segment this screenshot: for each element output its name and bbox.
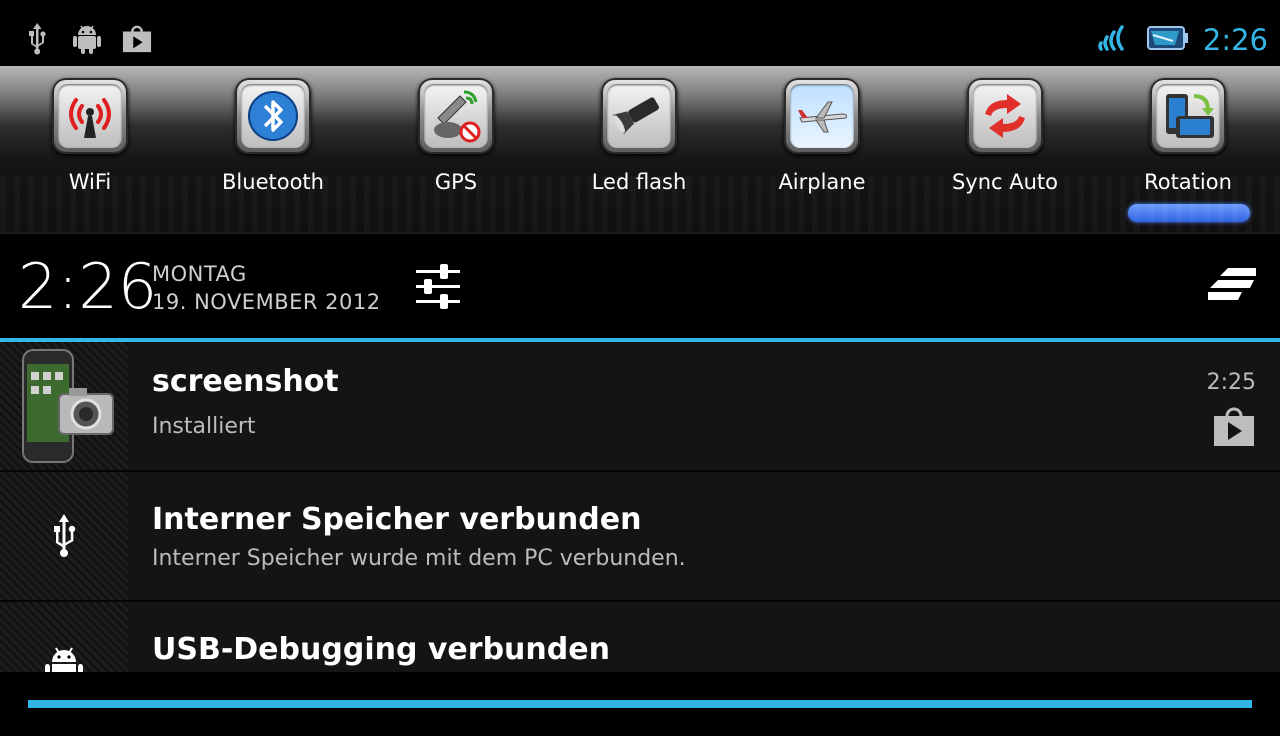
rotation-active-indicator xyxy=(1128,204,1250,222)
toggle-gps[interactable]: GPS xyxy=(378,76,538,226)
toggle-sync-auto[interactable]: Sync Auto xyxy=(927,76,1087,226)
sync-icon xyxy=(973,84,1037,148)
wifi-tower-icon xyxy=(58,84,122,148)
clear-all-button[interactable] xyxy=(1200,264,1264,308)
bluetooth-icon xyxy=(241,84,305,148)
clear-notifications-icon xyxy=(1208,268,1256,300)
flashlight-icon xyxy=(607,84,671,148)
toggle-label: Rotation xyxy=(1144,170,1232,194)
android-icon xyxy=(0,602,128,672)
signal-icon xyxy=(1097,23,1131,57)
android-icon xyxy=(72,22,102,56)
rotation-icon xyxy=(1156,84,1220,148)
toggle-label: Airplane xyxy=(778,170,866,194)
header-clock: 2:26 xyxy=(18,250,158,323)
notification-text: Interner Speicher wurde mit dem PC verbu… xyxy=(152,546,686,571)
notification-title: screenshot xyxy=(152,364,339,399)
usb-icon xyxy=(0,472,128,600)
header-day: MONTAG xyxy=(152,262,247,286)
toggle-label: GPS xyxy=(434,170,478,194)
notification-title: USB-Debugging verbunden xyxy=(152,632,610,667)
gps-satellite-icon xyxy=(424,84,488,148)
header-date: 19. NOVEMBER 2012 xyxy=(152,290,381,314)
airplane-icon xyxy=(790,84,854,148)
battery-icon xyxy=(1145,23,1189,57)
settings-sliders-icon xyxy=(416,264,460,309)
notification-screenshot[interactable]: screenshot Installiert 2:25 xyxy=(0,342,1280,472)
toggle-label: WiFi xyxy=(68,170,112,194)
toggle-wifi[interactable]: WiFi xyxy=(12,76,172,226)
usb-icon xyxy=(22,22,52,56)
notification-usb-debugging[interactable]: USB-Debugging verbunden xyxy=(0,602,1280,672)
quick-toggles-panel: WiFi Bluetooth GPS Led flash Airplane Sy… xyxy=(0,66,1280,232)
toggle-label: Led flash xyxy=(591,170,687,194)
close-handle[interactable] xyxy=(28,700,1252,708)
panel-bottom xyxy=(0,672,1280,736)
status-bar: 2:26 xyxy=(0,0,1280,66)
toggle-led-flash[interactable]: Led flash xyxy=(561,76,721,226)
play-store-icon xyxy=(122,22,152,56)
notification-internal-storage[interactable]: Interner Speicher verbunden Interner Spe… xyxy=(0,472,1280,602)
toggle-bluetooth[interactable]: Bluetooth xyxy=(195,76,355,226)
phone-camera-icon xyxy=(0,342,128,470)
toggle-label: Sync Auto xyxy=(951,170,1059,194)
play-store-small-icon xyxy=(1212,404,1256,448)
toggle-airplane[interactable]: Airplane xyxy=(744,76,904,226)
notification-header: 2:26 MONTAG 19. NOVEMBER 2012 xyxy=(0,232,1280,340)
notification-time: 2:25 xyxy=(1206,370,1256,395)
settings-button[interactable] xyxy=(410,262,468,312)
notification-title: Interner Speicher verbunden xyxy=(152,502,642,537)
notification-text: Installiert xyxy=(152,414,256,439)
toggle-label: Bluetooth xyxy=(222,170,324,194)
status-clock: 2:26 xyxy=(1202,23,1268,57)
